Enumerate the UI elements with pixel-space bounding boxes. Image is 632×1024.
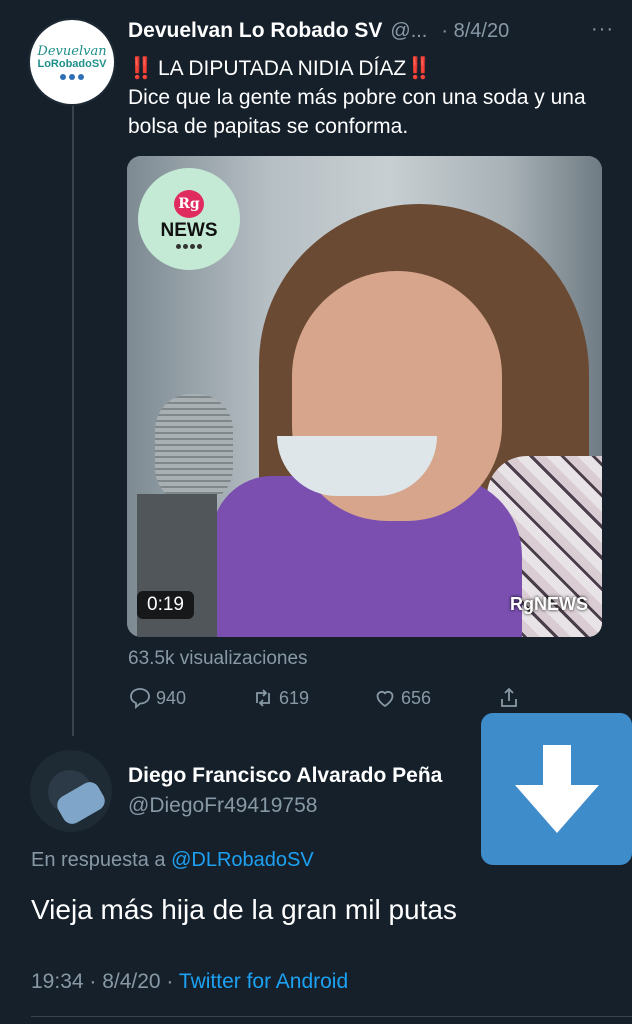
tweet-text: ‼️ LA DIPUTADA NIDIA DÍAZ‼️ Dice que la … bbox=[128, 54, 608, 141]
tweet-date[interactable]: · 8/4/20 bbox=[441, 20, 509, 43]
download-button[interactable] bbox=[481, 713, 632, 865]
tweet-headline: ‼️ LA DIPUTADA NIDIA DÍAZ‼️ bbox=[128, 54, 608, 83]
divider bbox=[31, 1016, 632, 1017]
author-name[interactable]: Devuelvan Lo Robado SV bbox=[128, 19, 382, 43]
reply-source[interactable]: Twitter for Android bbox=[179, 970, 348, 993]
double-exclamation-icon: ‼️ bbox=[128, 57, 154, 80]
reply-meta: 19:34 · 8/4/20 · Twitter for Android bbox=[31, 970, 348, 994]
replying-to: En respuesta a @DLRobadoSV bbox=[31, 849, 314, 872]
video-watermark: RgNEWS bbox=[510, 594, 588, 614]
logo-news: NEWS bbox=[160, 219, 218, 241]
view-count: 63.5k visualizaciones bbox=[128, 648, 308, 669]
reply-button[interactable]: 940 bbox=[128, 686, 186, 710]
share-button[interactable] bbox=[497, 686, 525, 710]
headline-text: LA DIPUTADA NIDIA DÍAZ bbox=[158, 57, 407, 80]
reply-timestamp[interactable]: 19:34 · 8/4/20 · bbox=[31, 970, 173, 993]
reply-icon bbox=[130, 688, 150, 709]
retweet-button[interactable]: 619 bbox=[251, 686, 309, 710]
replying-to-handle[interactable]: @DLRobadoSV bbox=[171, 849, 314, 871]
double-exclamation-icon: ‼️ bbox=[406, 57, 432, 80]
video-duration: 0:19 bbox=[137, 591, 194, 619]
arrow-down-icon bbox=[514, 745, 599, 833]
more-options-icon[interactable]: ··· bbox=[591, 18, 614, 41]
logo-social-icons bbox=[176, 243, 202, 249]
avatar[interactable]: Devuelvan LoRobadoSV bbox=[30, 20, 114, 104]
like-count: 656 bbox=[401, 687, 432, 708]
avatar-text-bold: LoRobadoSV bbox=[37, 57, 107, 70]
reply-author-avatar[interactable] bbox=[30, 750, 112, 832]
like-button[interactable]: 656 bbox=[373, 686, 431, 710]
author-handle[interactable]: @... bbox=[390, 20, 427, 43]
thread-connector bbox=[72, 106, 74, 736]
reply-count: 940 bbox=[156, 687, 187, 708]
logo-rg: Rg bbox=[174, 189, 204, 218]
reply-text: Vieja más hija de la gran mil putas bbox=[31, 894, 457, 925]
avatar-social-icons bbox=[60, 73, 84, 80]
microphone bbox=[155, 394, 233, 504]
rg-news-logo: Rg NEWS bbox=[138, 168, 240, 270]
avatar-text-script: Devuelvan bbox=[37, 43, 107, 59]
retweet-count: 619 bbox=[279, 687, 310, 708]
tweet-body: Dice que la gente más pobre con una soda… bbox=[128, 86, 586, 138]
tweet-header: Devuelvan Lo Robado SV @... · 8/4/20 ··· bbox=[128, 16, 614, 46]
tweet-actions: 940 619 656 bbox=[128, 686, 548, 718]
replying-to-label: En respuesta a bbox=[31, 849, 166, 871]
reply-author-handle[interactable]: @DiegoFr49419758 bbox=[128, 794, 317, 818]
heart-icon bbox=[376, 690, 394, 708]
retweet-icon bbox=[256, 689, 270, 707]
video-player[interactable]: Rg NEWS 0:19 RgNEWS bbox=[127, 156, 602, 637]
share-icon bbox=[501, 687, 517, 707]
reply-author-name[interactable]: Diego Francisco Alvarado Peña bbox=[128, 764, 442, 788]
